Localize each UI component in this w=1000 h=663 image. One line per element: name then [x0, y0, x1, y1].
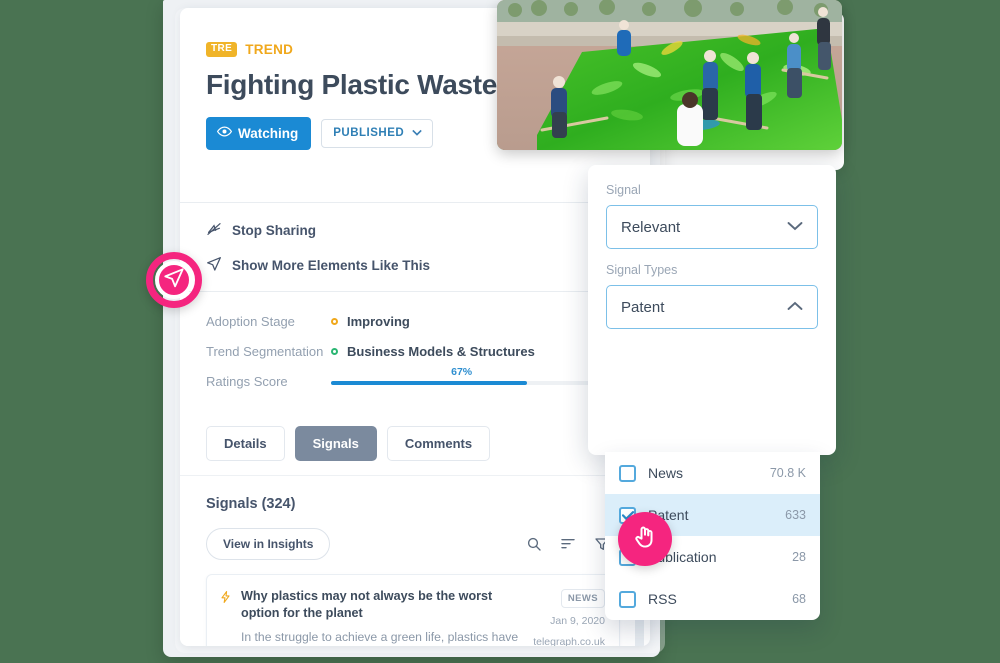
checkbox-unchecked[interactable] [619, 590, 636, 608]
option-rss[interactable]: RSS 68 [605, 578, 820, 620]
signal-types-select[interactable]: Patent [606, 285, 818, 329]
ratings-score-track [331, 380, 624, 385]
chevron-down-icon [787, 218, 803, 236]
trend-segmentation-value: Business Models & Structures [347, 344, 535, 359]
option-count: 633 [785, 508, 806, 522]
signals-tool-icons [526, 536, 610, 552]
ratings-score-fill [331, 380, 528, 385]
option-count: 70.8 K [769, 466, 806, 480]
chevron-up-icon [787, 298, 803, 316]
option-label: RSS [648, 591, 677, 607]
meta-row-trend-segmentation: Trend Segmentation Business Models & Str… [206, 344, 624, 359]
stop-sharing-label: Stop Sharing [232, 223, 316, 238]
trend-type-label: TREND [245, 42, 294, 57]
signal-item-meta: NEWS Jan 9, 2020 telegraph.co.uk United … [527, 588, 605, 646]
signal-select[interactable]: Relevant [606, 205, 818, 249]
stop-sharing-icon [206, 221, 222, 240]
status-dot-green [331, 348, 338, 355]
ratings-score-bar: 67% [331, 366, 624, 385]
send-cursor-badge [146, 252, 202, 308]
trend-segmentation-label: Trend Segmentation [206, 344, 324, 359]
hero-image [497, 0, 842, 150]
signal-type-badge: NEWS [560, 589, 605, 608]
ratings-score-percent: 67% [451, 365, 473, 378]
tab-signals[interactable]: Signals [294, 426, 377, 461]
adoption-stage-label: Adoption Stage [206, 314, 295, 329]
meta-row-ratings-score: Ratings Score 67% [206, 366, 624, 389]
signal-item-date: Jan 9, 2020 [550, 615, 605, 627]
published-label: PUBLISHED [333, 127, 405, 139]
view-in-insights-button[interactable]: View in Insights [206, 528, 331, 560]
show-more-elements-action[interactable]: Show More Elements Like This [206, 256, 650, 275]
meta-section: Adoption Stage Improving Trend Segmentat… [180, 292, 650, 389]
watching-button[interactable]: Watching [206, 117, 312, 150]
signal-item-source: telegraph.co.uk [533, 635, 605, 646]
bolt-icon [219, 589, 232, 646]
published-status-dropdown[interactable]: PUBLISHED [321, 119, 434, 148]
signal-types-select-value: Patent [621, 298, 665, 316]
signal-item-title: Why plastics may not always be the worst… [241, 589, 493, 620]
meta-row-adoption-stage: Adoption Stage Improving [206, 314, 624, 329]
signals-panel: Signals (324) View in Insights Why plast… [180, 475, 650, 646]
ratings-score-label: Ratings Score [206, 374, 288, 389]
signal-filter-popover: Signal Relevant Signal Types Patent [588, 165, 836, 455]
adoption-stage-value-wrap: Improving [331, 314, 410, 329]
trend-segmentation-value-wrap: Business Models & Structures [331, 344, 535, 359]
show-more-elements-label: Show More Elements Like This [232, 258, 431, 273]
popover-body: Signal Relevant Signal Types Patent [588, 165, 836, 329]
hand-cursor-badge [618, 512, 672, 566]
chevron-down-icon [412, 127, 422, 139]
hero-illustration [497, 0, 842, 150]
signal-field-label: Signal [606, 183, 641, 197]
trend-abbrev-badge: TRE [206, 42, 238, 57]
tab-comments[interactable]: Comments [386, 426, 491, 461]
signal-list-item[interactable]: Why plastics may not always be the worst… [206, 574, 620, 646]
status-dot-amber [331, 318, 338, 325]
search-icon[interactable] [526, 536, 542, 552]
signal-item-main: Why plastics may not always be the worst… [241, 588, 527, 646]
watching-button-label: Watching [238, 125, 299, 141]
checkbox-unchecked[interactable] [619, 464, 636, 482]
tab-details[interactable]: Details [206, 426, 285, 461]
tab-bar: Details Signals Comments [180, 404, 650, 475]
option-count: 28 [792, 550, 806, 564]
signal-select-value: Relevant [621, 218, 681, 236]
signal-types-field-label: Signal Types [606, 263, 678, 277]
signals-panel-title: Signals (324) [206, 496, 296, 512]
eye-icon [216, 124, 233, 142]
send-icon [206, 256, 222, 275]
adoption-stage-value: Improving [347, 314, 410, 329]
option-news[interactable]: News 70.8 K [605, 452, 820, 494]
sort-icon[interactable] [560, 536, 576, 552]
pointing-hand-icon [631, 523, 659, 556]
stop-sharing-action[interactable]: Stop Sharing [206, 221, 650, 240]
signal-item-description: In the struggle to achieve a green life,… [241, 630, 519, 644]
option-label: News [648, 465, 684, 481]
actions-section: Stop Sharing Show More Elements Like Thi… [180, 203, 650, 291]
option-count: 68 [792, 592, 806, 606]
signals-toolbar: View in Insights [206, 528, 650, 560]
